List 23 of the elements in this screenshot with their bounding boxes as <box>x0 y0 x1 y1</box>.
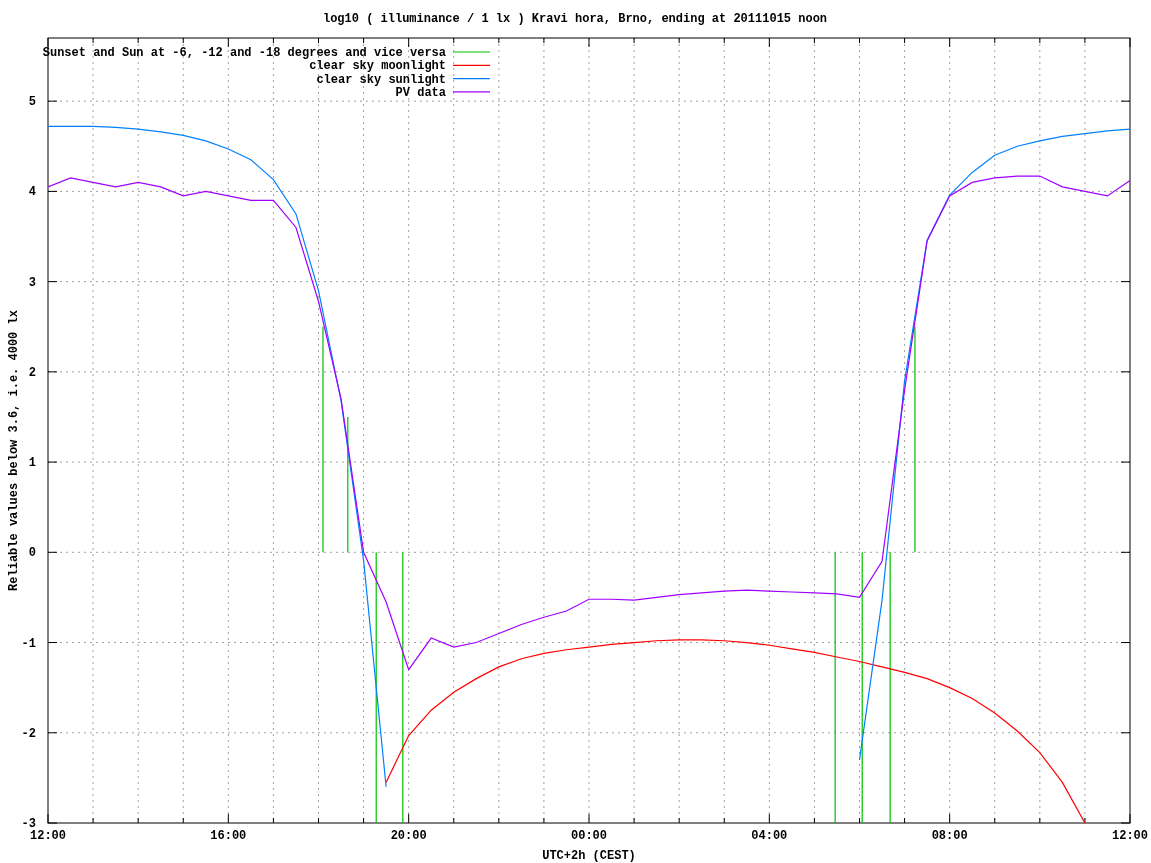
y-tick-label: 0 <box>28 546 36 561</box>
y-tick-label: -2 <box>21 726 36 741</box>
y-tick-label: 3 <box>28 275 36 290</box>
chart-title: log10 ( illuminance / 1 lx ) Kravi hora, Brno, ending at 20111015 noon <box>322 12 828 26</box>
y-tick-label: 4 <box>28 185 36 200</box>
legend-label: clear sky sunlight <box>316 72 446 87</box>
x-tick-label: 04:00 <box>751 829 788 843</box>
y-tick-label: -3 <box>21 817 36 831</box>
y-tick-label: 2 <box>28 365 36 380</box>
legend-label: clear sky moonlight <box>309 59 446 74</box>
x-tick-label: 00:00 <box>571 829 607 843</box>
x-tick-label: 20:00 <box>390 829 427 843</box>
x-tick-label: 12:00 <box>1112 829 1148 843</box>
x-tick-label: 08:00 <box>931 829 968 843</box>
y-tick-label: -1 <box>21 636 36 651</box>
x-axis-label: UTC+2h (CEST) <box>542 849 636 863</box>
legend-label: Sunset and Sun at -6, -12 and -18 degrees and vice versa <box>42 46 446 60</box>
x-tick-label: 12:00 <box>30 829 66 843</box>
legend-label: PV data <box>395 85 446 100</box>
y-tick-label: 5 <box>28 95 36 110</box>
x-tick-label: 16:00 <box>210 829 247 843</box>
y-tick-label: 1 <box>28 456 36 471</box>
y-axis-label: Reliable values below 3.6, i.e. 4000 lx <box>7 310 21 591</box>
